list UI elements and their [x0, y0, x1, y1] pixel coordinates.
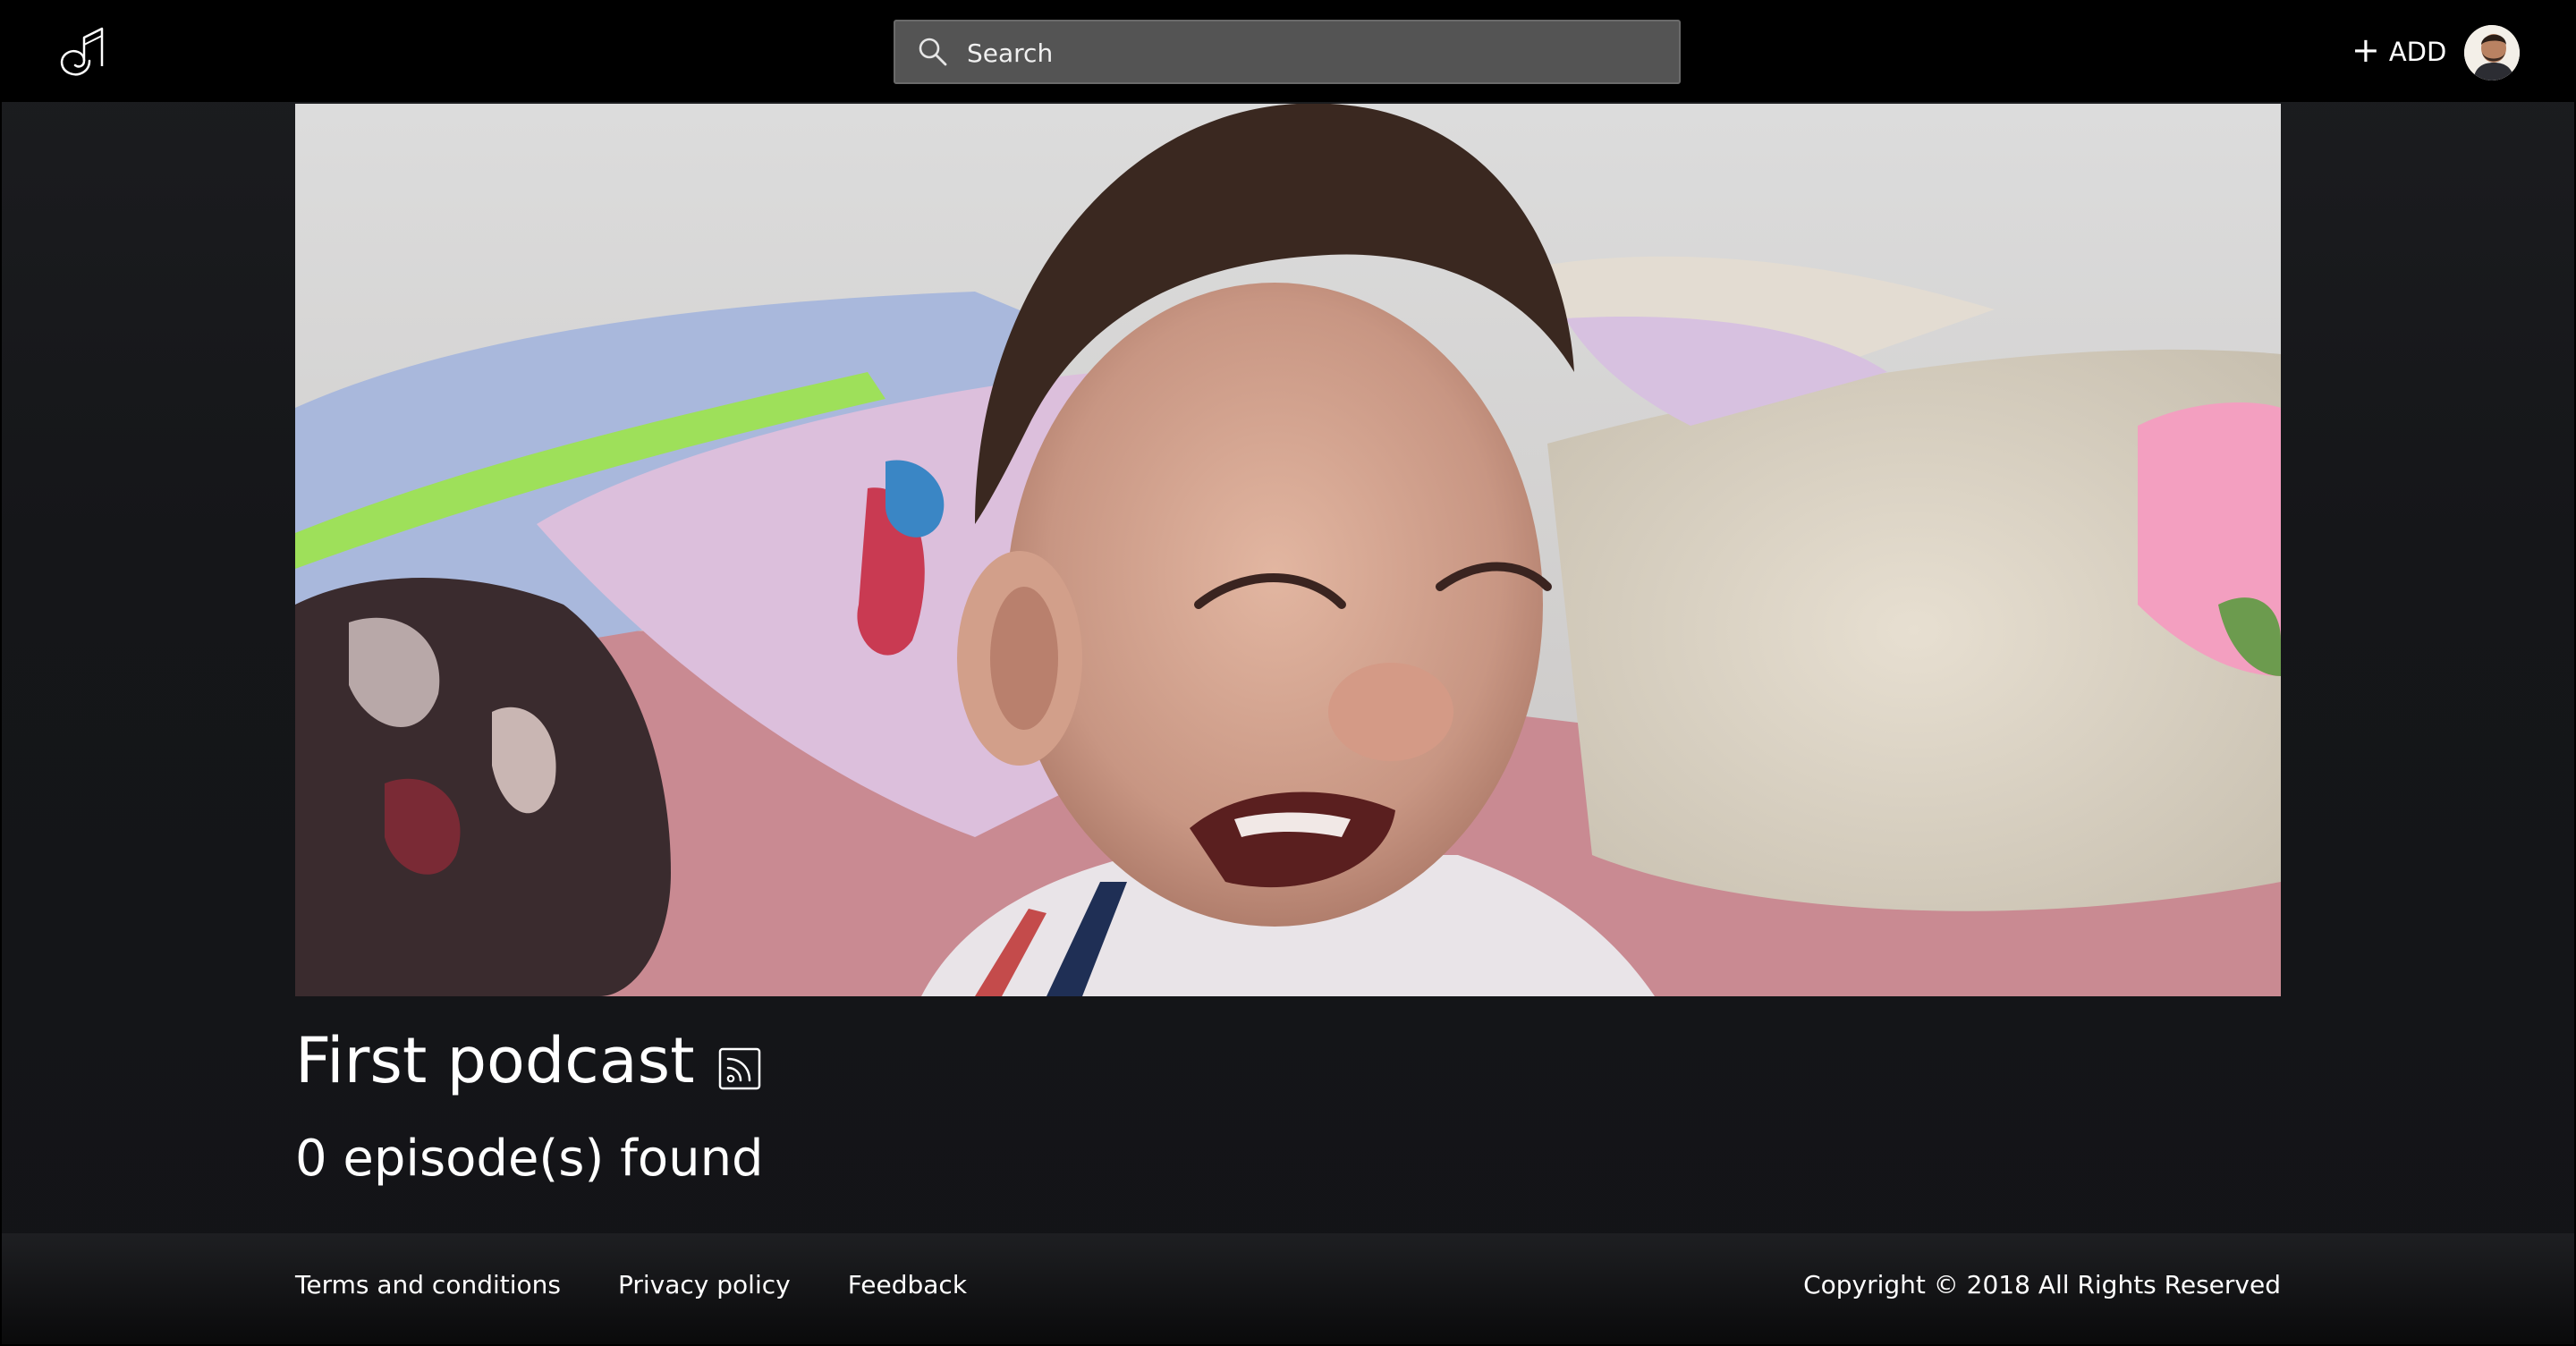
podcast-title-row: First podcast: [295, 1021, 761, 1100]
footer-link-feedback[interactable]: Feedback: [848, 1270, 967, 1299]
footer-links: Terms and conditions Privacy policy Feed…: [295, 1270, 1024, 1299]
avatar-image: [2464, 25, 2520, 80]
user-avatar[interactable]: [2464, 25, 2520, 80]
footer: Terms and conditions Privacy policy Feed…: [2, 1233, 2574, 1344]
top-navigation-bar: + ADD: [2, 2, 2574, 102]
app-logo-icon[interactable]: [54, 25, 109, 82]
app-window: + ADD: [0, 0, 2576, 1346]
add-button[interactable]: + ADD: [2351, 30, 2446, 73]
podcast-title: First podcast: [295, 1024, 695, 1097]
search-input[interactable]: [965, 21, 1666, 84]
podcast-cover-image: [295, 104, 2281, 996]
footer-link-terms[interactable]: Terms and conditions: [295, 1270, 561, 1299]
search-icon: [919, 38, 947, 66]
search-bar[interactable]: [894, 20, 1681, 84]
episodes-count: 0 episode(s) found: [295, 1130, 764, 1188]
copyright-text: Copyright © 2018 All Rights Reserved: [1803, 1270, 2281, 1299]
rss-icon[interactable]: [718, 1047, 761, 1090]
add-button-label: ADD: [2388, 37, 2447, 67]
cover-photo: [295, 104, 2281, 996]
plus-icon: +: [2351, 30, 2380, 70]
footer-link-privacy[interactable]: Privacy policy: [618, 1270, 791, 1299]
